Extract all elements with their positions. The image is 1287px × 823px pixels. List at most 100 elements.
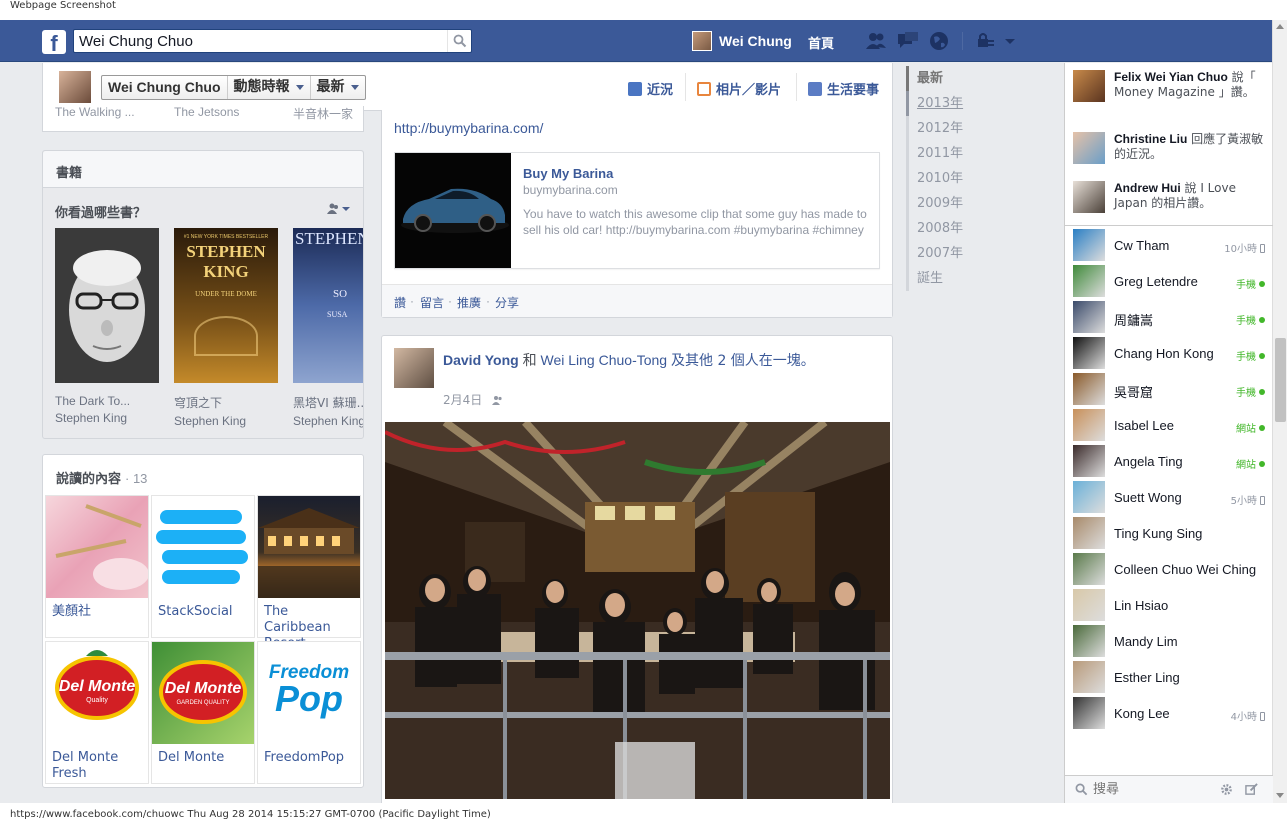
year-nav-2011[interactable]: 2011年	[906, 141, 1056, 166]
tv-show-title[interactable]: The Walking ...	[55, 106, 135, 119]
chevron-down-icon	[295, 84, 304, 90]
book-cover-image[interactable]: #1 NEW YORK TIMES BESTSELLER STEPHEN KIN…	[174, 228, 278, 383]
tile-label[interactable]: FreedomPop	[258, 744, 360, 766]
year-nav-2010[interactable]: 2010年	[906, 166, 1056, 191]
reads-tile[interactable]: Freedom Pop FreedomPop	[257, 641, 361, 784]
mobile-phone-icon	[1260, 244, 1265, 253]
buddy-list-item[interactable]: Ting Kung Sing	[1073, 517, 1265, 549]
search-box[interactable]	[73, 29, 472, 53]
story-link[interactable]: http://buymybarina.com/	[394, 120, 543, 136]
buddy-list-item[interactable]: Kong Lee 4小時	[1073, 697, 1265, 729]
tv-show-title[interactable]: 半音林一家	[293, 106, 353, 122]
composer-status-tab[interactable]: 近況	[628, 79, 673, 98]
comment-link[interactable]: 留言	[420, 294, 444, 311]
buddy-list-item[interactable]: Lin Hsiao	[1073, 589, 1265, 621]
buddy-list-item[interactable]: Greg Letendre 手機	[1073, 265, 1265, 297]
nav-profile-avatar[interactable]	[692, 31, 712, 51]
year-nav-born[interactable]: 誕生	[906, 266, 1056, 291]
story-author-avatar[interactable]	[394, 348, 434, 388]
story-timestamp[interactable]: 2月4日	[443, 391, 504, 408]
year-nav-2009[interactable]: 2009年	[906, 191, 1056, 216]
scroll-down-arrow-icon[interactable]	[1276, 793, 1284, 798]
book-title[interactable]: 穹頂之下	[174, 394, 278, 411]
promote-link[interactable]: 推廣	[457, 294, 481, 311]
chat-search-input[interactable]	[1093, 782, 1213, 797]
share-link[interactable]: 分享	[495, 294, 519, 311]
book-item[interactable]: The Dark To... Stephen King	[55, 228, 159, 425]
book-cover-image[interactable]: STEPHEN KIN SO SUSA	[293, 228, 363, 383]
facebook-logo-icon[interactable]: f	[42, 30, 66, 56]
composer-photo-label: 相片／影片	[716, 83, 782, 98]
books-question[interactable]: 你看過哪些書？	[55, 202, 146, 221]
year-nav-2008[interactable]: 2008年	[906, 216, 1056, 241]
book-item[interactable]: STEPHEN KIN SO SUSA 黑塔VI 蘇珊... Stephen K…	[293, 228, 363, 428]
search-input[interactable]	[74, 30, 448, 52]
timeline-name-button[interactable]: Wei Chung Chuo	[102, 76, 228, 99]
buddy-avatar	[1073, 229, 1105, 261]
nav-profile-link[interactable]: Wei Chung	[719, 33, 792, 49]
compose-icon[interactable]	[1245, 783, 1258, 796]
notifications-globe-icon[interactable]	[928, 31, 950, 51]
buddy-list-item[interactable]: Mandy Lim	[1073, 625, 1265, 657]
story-tagged-friend[interactable]: Wei Ling Chuo-Tong	[541, 352, 668, 368]
story-photo[interactable]	[385, 422, 890, 799]
buddy-list-item[interactable]: Colleen Chuo Wei Ching	[1073, 553, 1265, 585]
story-others-link[interactable]: 及其他 2 個人在一塊。	[671, 353, 815, 369]
privacy-shortcuts-icon[interactable]	[975, 31, 997, 51]
year-nav-2007[interactable]: 2007年	[906, 241, 1056, 266]
buddy-list-item[interactable]: 周鏞嵩 手機	[1073, 301, 1265, 333]
audience-selector-icon[interactable]	[327, 203, 353, 215]
scroll-thumb[interactable]	[1275, 338, 1286, 422]
reads-tile[interactable]: StackSocial	[151, 495, 255, 638]
timeline-activity-menu[interactable]: 動態時報	[228, 76, 311, 99]
timeline-profile-avatar[interactable]	[59, 71, 91, 103]
tv-show-title[interactable]: The Jetsons	[174, 106, 239, 119]
buddy-list-item[interactable]: Suett Wong 5小時	[1073, 481, 1265, 513]
cover-dome-art	[194, 316, 258, 356]
composer-life-event-tab[interactable]: 生活要事	[808, 79, 879, 98]
flag-icon	[808, 82, 822, 96]
story-author-name[interactable]: David Yong	[443, 352, 519, 368]
book-author[interactable]: Stephen King	[55, 411, 159, 425]
reads-tile[interactable]: 美顏社	[45, 495, 149, 638]
buddy-name: Colleen Chuo Wei Ching	[1114, 562, 1257, 577]
composer-photo-tab[interactable]: 相片／影片	[697, 79, 781, 98]
account-menu-caret-icon[interactable]	[1003, 31, 1017, 51]
search-button[interactable]	[447, 30, 471, 52]
page-scrollbar[interactable]	[1272, 20, 1287, 803]
buddy-list-item[interactable]: 吳哥窟 手機	[1073, 373, 1265, 405]
book-title[interactable]: 黑塔VI 蘇珊...	[293, 394, 363, 411]
year-nav-2013[interactable]: 2013年	[906, 91, 1056, 116]
buddy-list-item[interactable]: Cw Tham 10小時	[1073, 229, 1265, 261]
share-title[interactable]: Buy My Barina	[523, 166, 613, 181]
buddy-list-item[interactable]: Angela Ting 網站	[1073, 445, 1265, 477]
book-author[interactable]: Stephen King	[293, 414, 363, 428]
reads-header[interactable]: 說讀的內容 · 13	[56, 468, 147, 487]
reads-tile[interactable]: Del Monte GARDEN QUALITY Del Monte	[151, 641, 255, 784]
tile-label[interactable]: Del Monte Fresh	[46, 744, 148, 782]
reads-tile[interactable]: The Caribbean Resort, ·····	[257, 495, 361, 651]
year-nav-2012[interactable]: 2012年	[906, 116, 1056, 141]
messages-icon[interactable]	[897, 31, 919, 51]
reads-tile[interactable]: Del Monte Quality Del Monte Fresh	[45, 641, 149, 784]
nav-home-link[interactable]: 首頁	[808, 33, 834, 52]
link-share-card[interactable]: Buy My Barina buymybarina.com You have t…	[394, 152, 880, 269]
books-title[interactable]: 書籍	[56, 162, 82, 181]
timeline-sort-menu[interactable]: 最新	[311, 76, 365, 99]
buddy-list-item[interactable]: Esther Ling	[1073, 661, 1265, 693]
scroll-up-arrow-icon[interactable]	[1276, 24, 1284, 29]
gear-icon[interactable]	[1220, 783, 1233, 796]
book-item[interactable]: #1 NEW YORK TIMES BESTSELLER STEPHEN KIN…	[174, 228, 278, 428]
tile-label[interactable]: Del Monte	[152, 744, 254, 766]
like-link[interactable]: 讚	[394, 294, 406, 311]
tile-label[interactable]: StackSocial	[152, 598, 254, 620]
share-thumbnail[interactable]	[395, 153, 511, 268]
buddy-list-item[interactable]: Chang Hon Kong 手機	[1073, 337, 1265, 369]
buddy-list-item[interactable]: Isabel Lee 網站	[1073, 409, 1265, 441]
tile-label[interactable]: 美顏社	[46, 598, 148, 620]
book-title[interactable]: The Dark To...	[55, 394, 159, 408]
book-cover-image[interactable]	[55, 228, 159, 383]
book-author[interactable]: Stephen King	[174, 414, 278, 428]
friend-requests-icon[interactable]	[865, 31, 887, 51]
year-nav-latest[interactable]: 最新	[906, 66, 1056, 91]
